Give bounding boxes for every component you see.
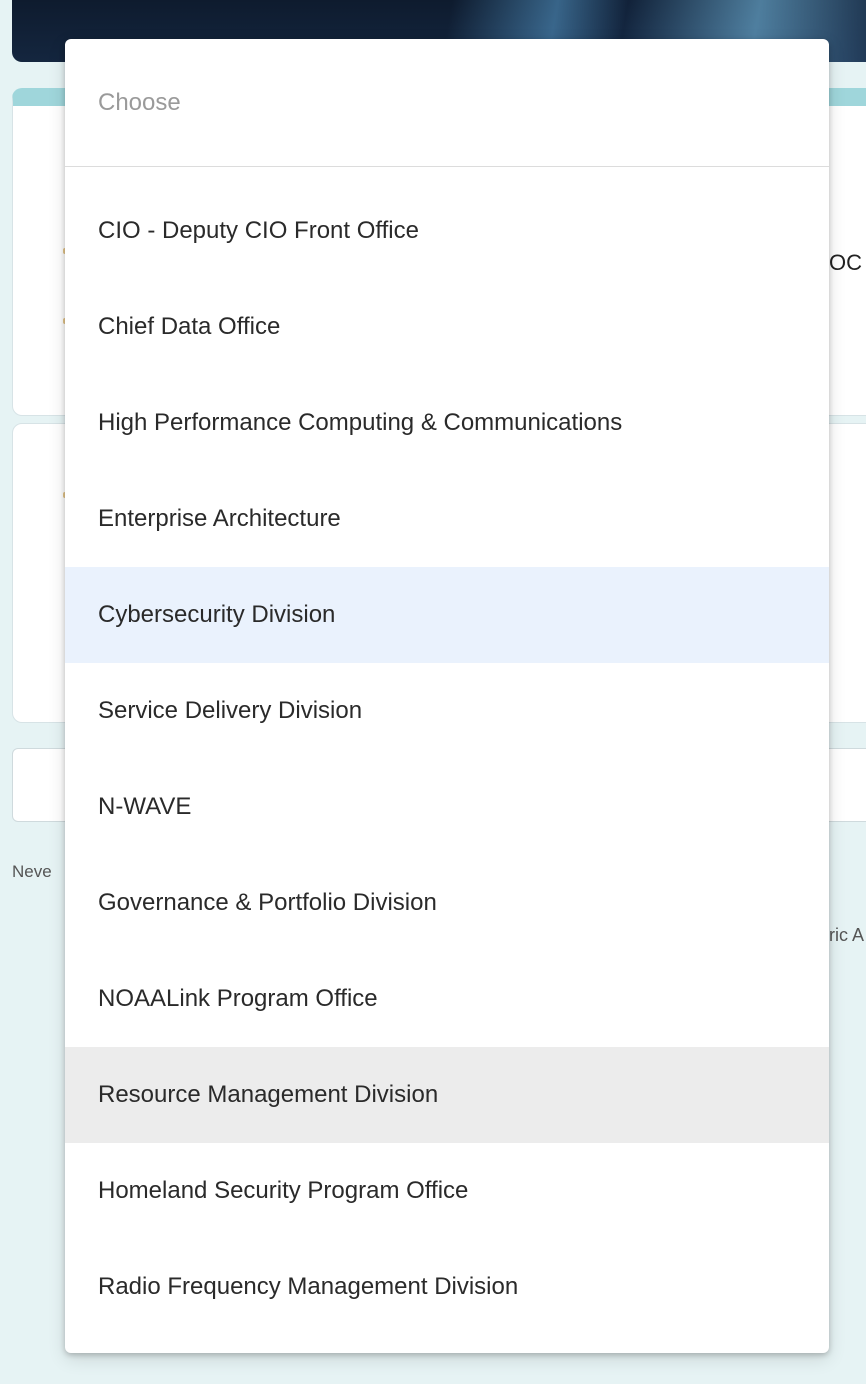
dropdown-option[interactable]: Chief Data Office [65,279,829,375]
dropdown-placeholder[interactable]: Choose [65,39,829,167]
dropdown-option[interactable]: Resource Management Division [65,1047,829,1143]
background-text-fragment: Neve [12,862,52,881]
dropdown-option-list: CIO - Deputy CIO Front Office Chief Data … [65,167,829,1335]
dropdown-option[interactable]: NOAALink Program Office [65,951,829,1047]
dropdown-option[interactable]: Cybersecurity Division [65,567,829,663]
dropdown-option[interactable]: High Performance Computing & Communicati… [65,375,829,471]
dropdown-option[interactable]: Enterprise Architecture [65,471,829,567]
dropdown-option[interactable]: Governance & Portfolio Division [65,855,829,951]
dropdown-option[interactable]: N-WAVE [65,759,829,855]
background-text-fragment: ric A [829,925,865,945]
background-text-fragment: OC [829,250,862,275]
office-dropdown-menu: Choose CIO - Deputy CIO Front Office Chie… [65,39,829,1353]
dropdown-option[interactable]: CIO - Deputy CIO Front Office [65,183,829,279]
dropdown-option[interactable]: Service Delivery Division [65,663,829,759]
dropdown-option[interactable]: Radio Frequency Management Division [65,1239,829,1335]
dropdown-option[interactable]: Homeland Security Program Office [65,1143,829,1239]
